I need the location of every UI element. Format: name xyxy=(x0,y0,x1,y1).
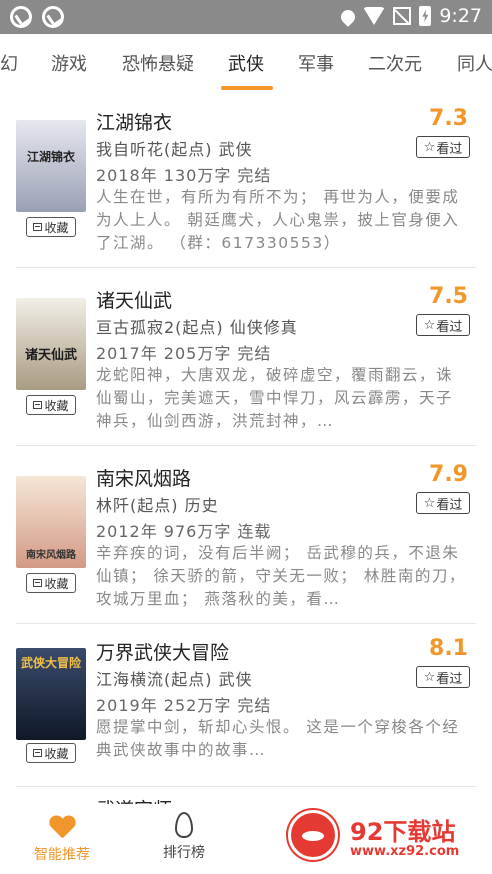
book-author: 林阡(起点) 历史 xyxy=(96,496,219,515)
seen-button[interactable]: ☆ 看过 xyxy=(416,492,470,514)
book-item[interactable]: 诸天仙武 收藏 诸天仙武 7.5 ☆ 看过 亘古孤寂2(起点) 仙侠修真 201… xyxy=(0,268,492,446)
book-description: 辛弃疾的词，没有后半阙； 岳武穆的兵，不退朱仙镇； 徐天骄的箭，守关无一败； 林… xyxy=(96,544,466,608)
favorite-button[interactable]: 收藏 xyxy=(26,395,76,415)
seen-button[interactable]: ☆ 看过 xyxy=(416,666,470,688)
book-title[interactable]: 江湖锦衣 xyxy=(96,108,172,135)
favorite-icon xyxy=(33,401,43,409)
book-cover[interactable]: 江湖锦衣 xyxy=(16,120,86,212)
no-signal-icon xyxy=(393,7,412,25)
seen-button[interactable]: ☆ 看过 xyxy=(416,136,470,158)
seen-label: 看过 xyxy=(436,671,463,687)
book-title[interactable]: 南宋风烟路 xyxy=(96,464,191,491)
tab-anime[interactable]: 二次元 xyxy=(368,50,422,76)
book-cover[interactable]: 武侠大冒险 xyxy=(16,648,86,740)
status-bar: 9:27 xyxy=(0,0,492,34)
tab-military[interactable]: 军事 xyxy=(298,50,334,76)
favorite-button[interactable]: 收藏 xyxy=(26,217,76,237)
book-author: 我自听花(起点) 武侠 xyxy=(96,140,253,159)
book-title[interactable]: 万界武侠大冒险 xyxy=(96,638,229,665)
book-description: 愿提掌中剑，斩却心头恨。 这是一个穿梭各个经典武侠故事中的故事… xyxy=(96,718,460,759)
book-author: 亘古孤寂2(起点) 仙侠修真 xyxy=(96,318,298,337)
seen-label: 看过 xyxy=(436,141,463,157)
favorite-label: 收藏 xyxy=(44,576,69,591)
favorite-button[interactable]: 收藏 xyxy=(26,743,76,763)
cover-title: 诸天仙武 xyxy=(24,348,77,363)
tab-fantasy[interactable]: 幻 xyxy=(0,50,18,76)
book-item[interactable]: 南宋风烟路 收藏 南宋风烟路 7.9 ☆ 看过 林阡(起点) 历史 2012年 … xyxy=(0,446,492,624)
location-icon xyxy=(338,7,359,27)
book-score: 7.3 xyxy=(429,106,468,131)
battery-charging-icon xyxy=(419,6,432,26)
heart-icon xyxy=(49,816,75,840)
nav-recommend-label: 智能推荐 xyxy=(34,847,90,863)
favorite-icon xyxy=(33,579,43,587)
status-time: 9:27 xyxy=(439,5,482,27)
tab-games[interactable]: 游戏 xyxy=(51,50,87,76)
favorite-icon xyxy=(33,749,43,757)
favorite-icon xyxy=(33,223,43,231)
book-cover[interactable]: 南宋风烟路 xyxy=(16,476,86,568)
book-item[interactable]: 武侠大冒险 收藏 万界武侠大冒险 8.1 ☆ 看过 江海横流(起点) 武侠 20… xyxy=(0,624,492,802)
seen-label: 看过 xyxy=(436,497,463,513)
nav-ranking-label: 排行榜 xyxy=(163,845,205,861)
cover-title: 江湖锦衣 xyxy=(26,150,75,164)
status-right: 9:27 xyxy=(338,5,482,27)
book-title[interactable]: 诸天仙武 xyxy=(96,286,172,313)
favorite-label: 收藏 xyxy=(44,220,69,235)
favorite-label: 收藏 xyxy=(44,746,69,761)
book-meta: 2018年 130万字 完结 xyxy=(96,166,272,185)
wifi-icon xyxy=(363,7,386,25)
seen-label: 看过 xyxy=(436,319,463,335)
cover-title: 武侠大冒险 xyxy=(20,656,81,670)
flame-icon xyxy=(175,812,193,838)
star-icon: ☆ xyxy=(423,139,436,155)
watermark-text: 92下载站 xyxy=(350,818,456,846)
nav-recommend[interactable]: 智能推荐 xyxy=(12,812,112,864)
book-meta: 2019年 252万字 完结 xyxy=(96,696,272,715)
nav-ranking[interactable]: 排行榜 xyxy=(134,812,234,862)
book-description: 龙蛇阳神，大唐双龙，破碎虚空，覆雨翻云，诛仙蜀山，完美遮天，雪中悍刀，风云霹雳，… xyxy=(96,366,454,430)
app-notification-icon-2 xyxy=(42,6,64,28)
book-description: 人生在世，有所为有所不为； 再世为人，便要成为人上人。 朝廷鹰犬，人心鬼祟，披上… xyxy=(96,188,460,252)
watermark-url: www.xz92.com xyxy=(350,844,460,859)
tab-wuxia[interactable]: 武侠 xyxy=(228,50,264,76)
star-icon: ☆ xyxy=(423,317,436,333)
book-score: 7.9 xyxy=(429,462,468,487)
app-notification-icon xyxy=(10,6,32,28)
tab-fanfic[interactable]: 同人 xyxy=(457,50,492,76)
watermark-logo xyxy=(288,810,338,860)
site-watermark: 92下载站 www.xz92.com xyxy=(270,808,480,864)
cover-title: 南宋风烟路 xyxy=(26,550,76,561)
favorite-label: 收藏 xyxy=(44,398,69,413)
book-meta: 2012年 976万字 连载 xyxy=(96,522,272,541)
book-meta: 2017年 205万字 完结 xyxy=(96,344,272,363)
book-cover[interactable]: 诸天仙武 xyxy=(16,298,86,390)
favorite-button[interactable]: 收藏 xyxy=(26,573,76,593)
book-author: 江海横流(起点) 武侠 xyxy=(96,670,253,689)
category-tabs: 幻 游戏 恐怖悬疑 武侠 军事 二次元 同人 xyxy=(0,34,492,90)
book-item[interactable]: 江湖锦衣 收藏 江湖锦衣 7.3 ☆ 看过 我自听花(起点) 武侠 2018年 … xyxy=(0,90,492,268)
star-icon: ☆ xyxy=(423,495,436,511)
tab-horror[interactable]: 恐怖悬疑 xyxy=(122,50,194,76)
book-score: 8.1 xyxy=(429,636,468,661)
star-icon: ☆ xyxy=(423,669,436,685)
book-score: 7.5 xyxy=(429,284,468,309)
seen-button[interactable]: ☆ 看过 xyxy=(416,314,470,336)
status-left-icons xyxy=(10,6,64,28)
